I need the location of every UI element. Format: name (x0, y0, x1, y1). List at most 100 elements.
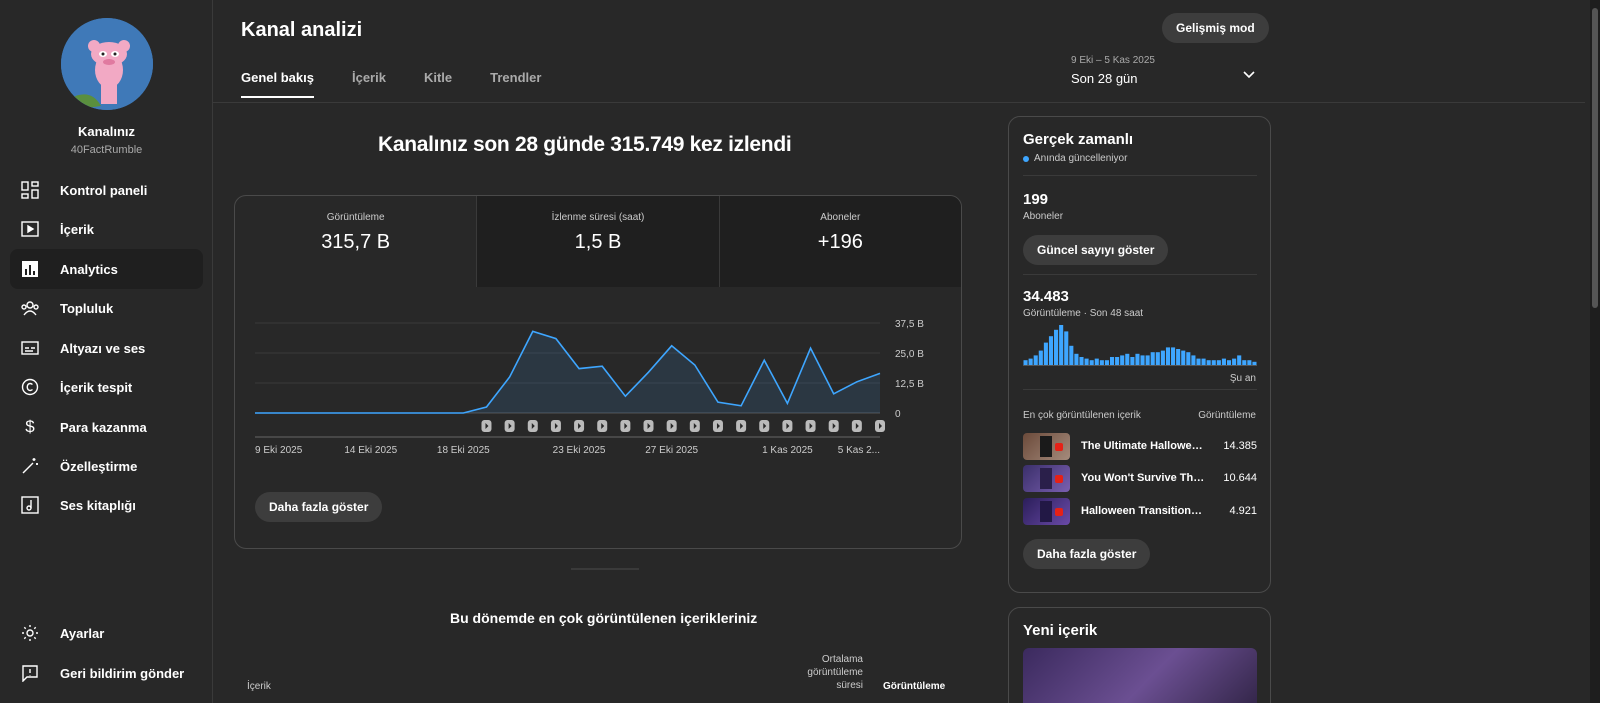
column-header-views[interactable]: Görüntüleme (883, 681, 945, 692)
data-point[interactable] (761, 357, 767, 363)
data-point[interactable] (414, 410, 420, 416)
realtime-bar[interactable] (1226, 360, 1232, 365)
channel-avatar[interactable] (61, 18, 153, 110)
realtime-bar[interactable] (1171, 347, 1176, 365)
data-point[interactable] (877, 370, 883, 376)
advanced-mode-button[interactable]: Gelişmiş mod (1162, 13, 1269, 43)
realtime-bar[interactable] (1186, 352, 1191, 365)
realtime-bar[interactable] (1104, 360, 1109, 365)
shorts-marker-icon[interactable] (875, 420, 885, 432)
data-point[interactable] (275, 410, 281, 416)
realtime-bar[interactable] (1206, 360, 1211, 365)
tab-overview[interactable]: Genel bakış (241, 70, 314, 98)
metric-subscribers[interactable]: Aboneler +196 (719, 196, 961, 287)
sidebar-item-monetization[interactable]: $ Para kazanma (10, 407, 203, 447)
realtime-bar[interactable] (1201, 358, 1206, 365)
realtime-bar[interactable] (1079, 357, 1084, 365)
shorts-marker-icon[interactable] (782, 420, 793, 432)
realtime-bar[interactable] (1252, 361, 1257, 365)
shorts-marker-icon[interactable] (828, 420, 839, 432)
realtime-bar[interactable] (1115, 357, 1120, 365)
realtime-bar[interactable] (1196, 358, 1201, 365)
list-item[interactable]: The Ultimate Halloween... 14.385 (1023, 432, 1257, 460)
shorts-marker-icon[interactable] (759, 420, 770, 432)
data-point[interactable] (784, 400, 790, 406)
tab-content[interactable]: İçerik (352, 70, 386, 98)
data-point[interactable] (576, 366, 582, 372)
realtime-bar[interactable] (1145, 355, 1150, 365)
data-point[interactable] (622, 393, 628, 399)
sidebar-item-dashboard[interactable]: Kontrol paneli (10, 170, 203, 210)
tab-trends[interactable]: Trendler (490, 70, 541, 98)
data-point[interactable] (298, 410, 304, 416)
show-more-button[interactable]: Daha fazla göster (255, 492, 383, 522)
data-point[interactable] (646, 369, 652, 375)
realtime-bar[interactable] (1221, 358, 1226, 365)
data-point[interactable] (831, 391, 837, 397)
realtime-bar[interactable] (1099, 360, 1104, 365)
data-point[interactable] (391, 410, 397, 416)
realtime-bar[interactable] (1211, 360, 1216, 365)
show-more-button[interactable]: Daha fazla göster (1023, 539, 1151, 569)
realtime-bar[interactable] (1074, 353, 1079, 365)
tab-audience[interactable]: Kitle (424, 70, 452, 98)
metric-views[interactable]: Görüntüleme 315,7 B (235, 196, 478, 287)
realtime-bar[interactable] (1216, 360, 1221, 365)
sidebar-item-content[interactable]: İçerik (10, 209, 203, 249)
sidebar-item-subtitles[interactable]: Altyazı ve ses (10, 328, 203, 368)
realtime-bar[interactable] (1109, 357, 1115, 365)
chevron-down-icon[interactable] (1243, 66, 1255, 84)
shorts-marker-icon[interactable] (481, 420, 492, 432)
data-point[interactable] (808, 345, 814, 351)
data-point[interactable] (692, 362, 698, 368)
data-point[interactable] (345, 410, 351, 416)
list-item[interactable]: Halloween Transitions Ti... 4.921 (1023, 497, 1257, 525)
show-current-count-button[interactable]: Güncel sayıyı göster (1023, 235, 1169, 265)
date-range-selector[interactable]: 9 Eki – 5 Kas 2025 Son 28 gün (1071, 55, 1155, 86)
shorts-marker-icon[interactable] (736, 420, 747, 432)
realtime-bar[interactable] (1237, 355, 1242, 365)
data-point[interactable] (854, 379, 860, 385)
realtime-bar[interactable] (1038, 350, 1043, 365)
shorts-marker-icon[interactable] (666, 420, 677, 432)
realtime-bar[interactable] (1181, 350, 1186, 365)
sidebar-item-customization[interactable]: Özelleştirme (10, 446, 203, 486)
realtime-bar[interactable] (1069, 345, 1074, 365)
realtime-bar[interactable] (1247, 360, 1252, 365)
shorts-marker-icon[interactable] (574, 420, 585, 432)
realtime-bar[interactable] (1191, 355, 1196, 365)
sidebar-item-audio-library[interactable]: Ses kitaplığı (10, 485, 203, 525)
realtime-bar[interactable] (1130, 357, 1135, 365)
column-header-avg-duration[interactable]: Ortalama görüntüleme süresi (783, 653, 863, 692)
realtime-bar[interactable] (1135, 353, 1140, 365)
realtime-bar[interactable] (1048, 336, 1054, 365)
sidebar-item-feedback[interactable]: Geri bildirim gönder (10, 653, 203, 693)
shorts-marker-icon[interactable] (620, 420, 631, 432)
realtime-bar[interactable] (1165, 347, 1171, 365)
data-point[interactable] (669, 343, 675, 349)
shorts-marker-icon[interactable] (712, 420, 723, 432)
data-point[interactable] (507, 374, 513, 380)
sidebar-item-content-id[interactable]: İçerik tespit (10, 367, 203, 407)
realtime-bar[interactable] (1150, 352, 1155, 365)
data-point[interactable] (437, 410, 443, 416)
new-content-thumbnail[interactable] (1023, 648, 1257, 703)
realtime-bar[interactable] (1125, 353, 1130, 365)
sidebar-item-settings[interactable]: Ayarlar (10, 613, 203, 653)
shorts-marker-icon[interactable] (597, 420, 608, 432)
shorts-marker-icon[interactable] (527, 420, 538, 432)
realtime-bar[interactable] (1023, 360, 1028, 365)
sidebar-item-community[interactable]: Topluluk (10, 288, 203, 328)
data-point[interactable] (553, 336, 559, 342)
data-point[interactable] (460, 410, 466, 416)
sidebar-item-analytics[interactable]: Analytics (10, 249, 203, 289)
realtime-bar[interactable] (1033, 355, 1038, 365)
data-point[interactable] (599, 363, 605, 369)
data-point[interactable] (321, 410, 327, 416)
realtime-bar[interactable] (1064, 331, 1069, 365)
realtime-bar[interactable] (1084, 358, 1089, 365)
realtime-bar[interactable] (1054, 329, 1059, 365)
data-point[interactable] (483, 404, 489, 410)
realtime-bar[interactable] (1094, 358, 1099, 365)
realtime-bar[interactable] (1242, 360, 1247, 365)
